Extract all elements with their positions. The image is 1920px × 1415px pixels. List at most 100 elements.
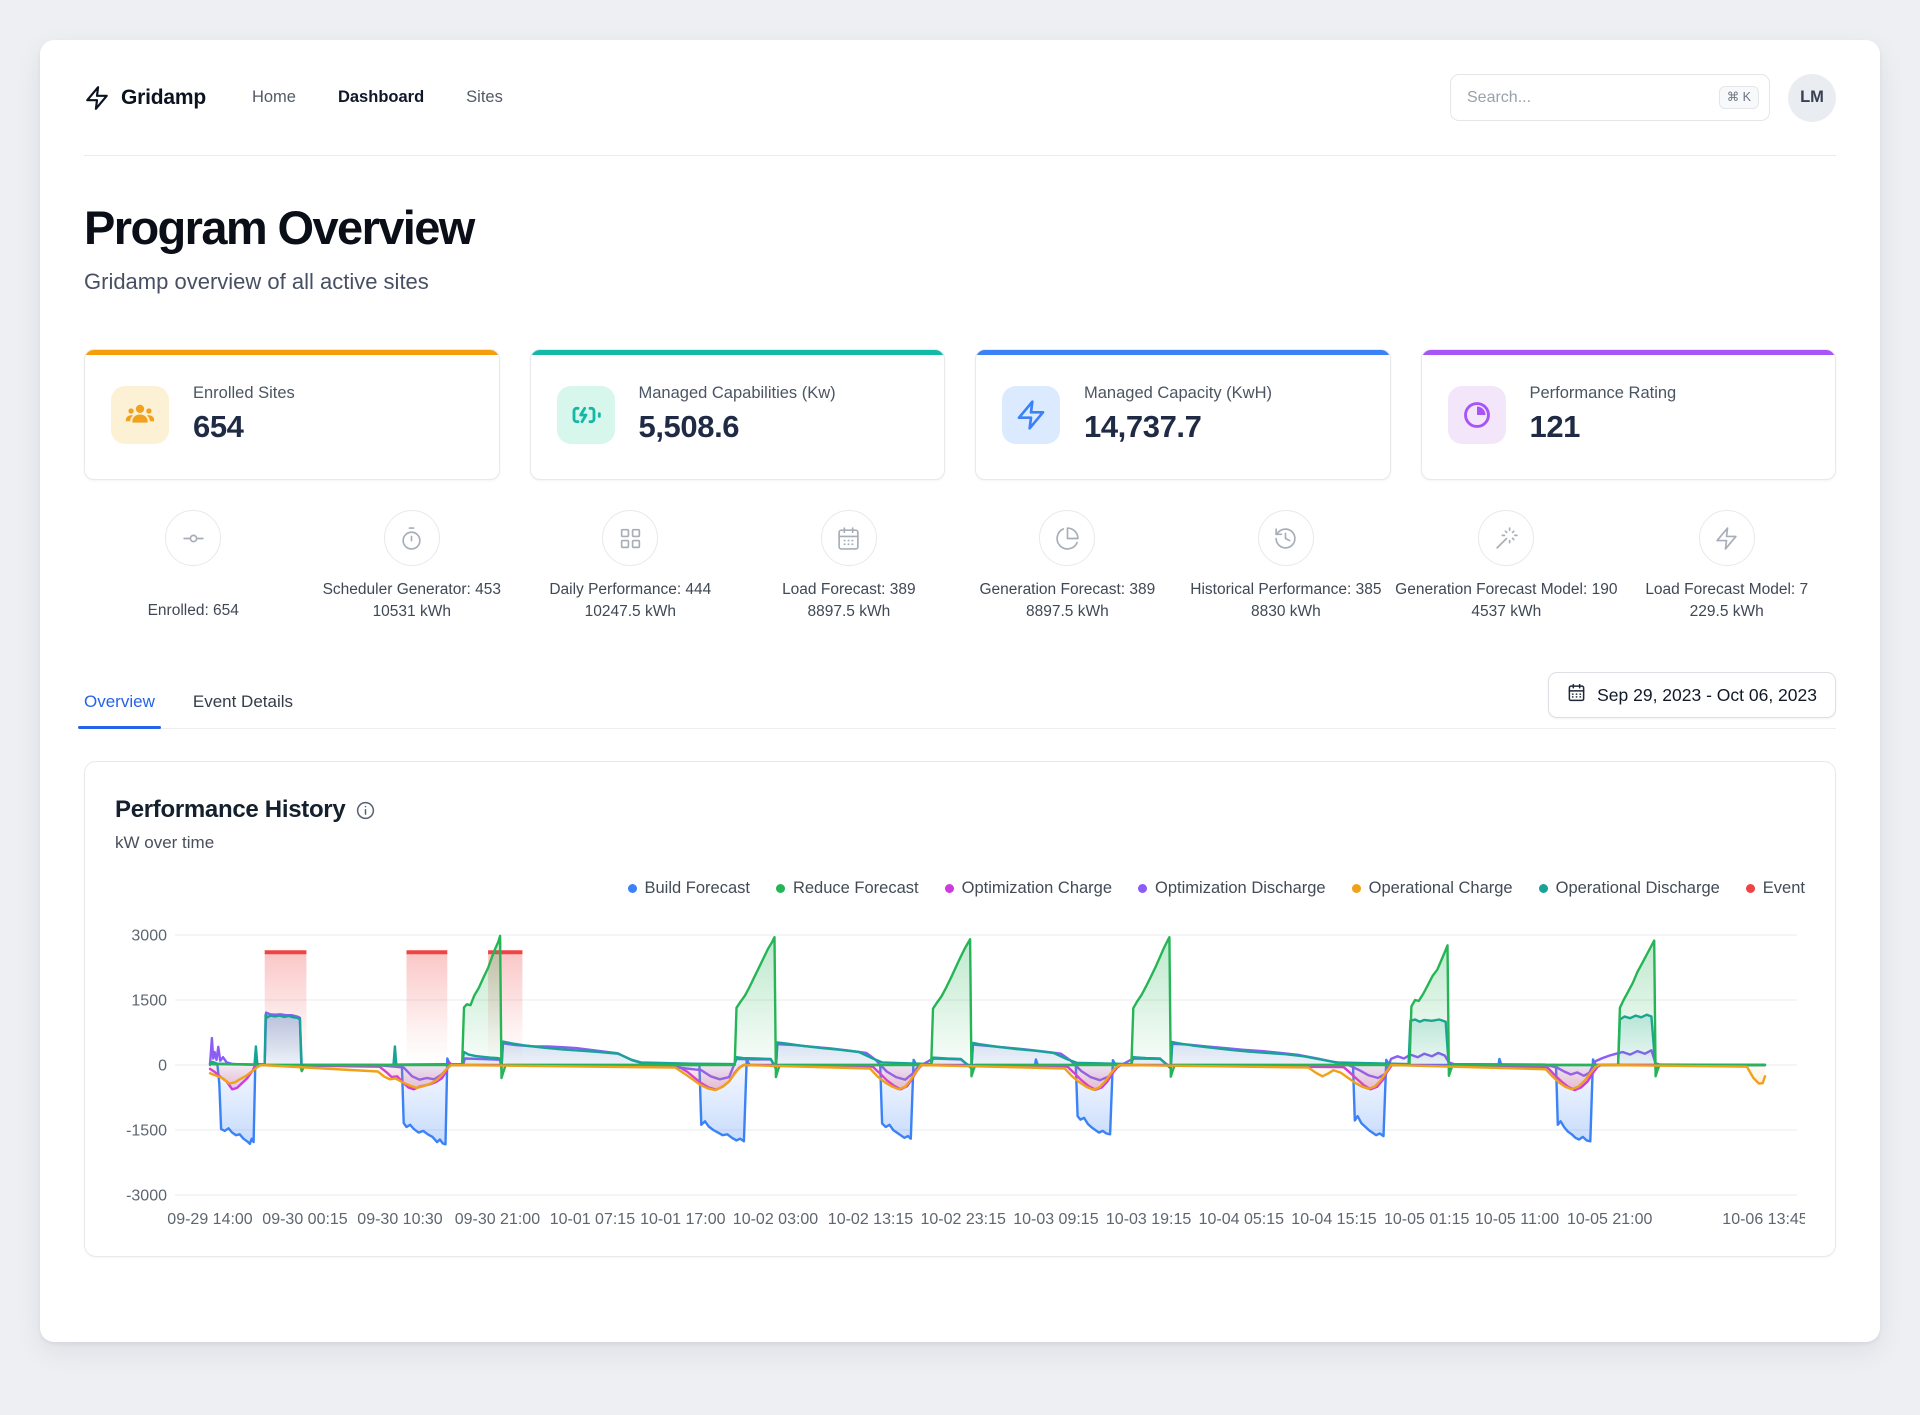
performance-history-chart: 3000 1500 0 -1500 -300009-29 14:00 09-30 00:1… [115, 910, 1805, 1230]
svg-text:-3000: -3000 [126, 1188, 167, 1205]
page-title: Program Overview [84, 200, 1836, 255]
stat-card-managed-capabilities-kw: Managed Capabilities (Kw)5,508.6 [530, 349, 946, 480]
tabs: Overview Event Details [84, 692, 293, 728]
legend-dot [776, 884, 785, 893]
chart-title: Performance History [115, 796, 345, 824]
nav-item-dashboard[interactable]: Dashboard [338, 88, 424, 107]
battery-charging-icon [557, 386, 615, 444]
info-icon[interactable] [355, 800, 376, 821]
performance-history-card: Performance History kW over time Build F… [84, 761, 1836, 1257]
legend-dot [1138, 884, 1147, 893]
stat-label: Managed Capacity (KwH) [1084, 384, 1272, 403]
mini-stat: Scheduler Generator: 45310531 kWh [303, 510, 522, 622]
bolt-mini-icon [1699, 510, 1755, 566]
date-range-button[interactable]: Sep 29, 2023 - Oct 06, 2023 [1548, 672, 1836, 718]
app-container: Gridamp Home Dashboard Sites ⌘ K LM Progra… [40, 40, 1880, 1342]
legend-dot [1539, 884, 1548, 893]
mini-stat: Load Forecast: 3898897.5 kWh [740, 510, 959, 622]
legend-dot [1746, 884, 1755, 893]
svg-text:10-01 07:15: 10-01 07:15 [550, 1211, 636, 1228]
mini-stat: Generation Forecast: 3898897.5 kWh [958, 510, 1177, 622]
svg-text:10-03 19:15: 10-03 19:15 [1106, 1211, 1192, 1228]
nav-item-sites[interactable]: Sites [466, 88, 503, 107]
legend-item-operational-charge: Operational Charge [1352, 879, 1513, 898]
users-icon [111, 386, 169, 444]
stat-value: 654 [193, 409, 295, 445]
svg-text:0: 0 [158, 1058, 167, 1075]
legend-item-optimization-charge: Optimization Charge [945, 879, 1112, 898]
pie-icon [1448, 386, 1506, 444]
stat-value: 14,737.7 [1084, 409, 1272, 445]
stat-card-performance-rating: Performance Rating 121 [1421, 349, 1837, 480]
svg-text:09-29 14:00: 09-29 14:00 [167, 1211, 253, 1228]
stat-card-accent [1422, 350, 1836, 355]
svg-text:09-30 00:15: 09-30 00:15 [262, 1211, 348, 1228]
tabs-row: Overview Event Details Sep 29, 2023 - Oct… [84, 672, 1836, 729]
legend-dot [945, 884, 954, 893]
svg-text:3000: 3000 [131, 928, 167, 945]
mini-stat-label: Load Forecast Model: 7229.5 kWh [1645, 579, 1808, 622]
svg-text:-1500: -1500 [126, 1123, 167, 1140]
wand-icon [1478, 510, 1534, 566]
stat-label: Enrolled Sites [193, 384, 295, 403]
mini-stat-label: Load Forecast: 3898897.5 kWh [782, 579, 916, 622]
mini-stat: Historical Performance: 3858830 kWh [1177, 510, 1396, 622]
stat-cards-row: Enrolled Sites 654 Managed Capabilities (K… [84, 349, 1836, 480]
nav-item-home[interactable]: Home [252, 88, 296, 107]
brand[interactable]: Gridamp [84, 85, 206, 111]
date-range-label: Sep 29, 2023 - Oct 06, 2023 [1597, 685, 1817, 706]
svg-text:1500: 1500 [131, 993, 167, 1010]
search-input[interactable] [1467, 89, 1719, 107]
legend-item-build-forecast: Build Forecast [628, 879, 750, 898]
mini-stat: Generation Forecast Model: 1904537 kWh [1395, 510, 1617, 622]
stat-label: Managed Capabilities (Kw) [639, 384, 836, 403]
svg-text:10-05 11:00: 10-05 11:00 [1475, 1211, 1559, 1228]
avatar[interactable]: LM [1788, 74, 1836, 122]
search-box[interactable]: ⌘ K [1450, 74, 1770, 121]
svg-text:10-03 09:15: 10-03 09:15 [1013, 1211, 1099, 1228]
mini-stat-label: Daily Performance: 44410247.5 kWh [549, 579, 711, 622]
bolt-icon [1002, 386, 1060, 444]
grid-icon [602, 510, 658, 566]
legend-item-event: Event [1746, 879, 1805, 898]
svg-text:10-05 21:00: 10-05 21:00 [1567, 1211, 1653, 1228]
search-shortcut-kbd: ⌘ K [1719, 86, 1759, 109]
svg-text:10-04 15:15: 10-04 15:15 [1291, 1211, 1377, 1228]
svg-text:10-06 13:45: 10-06 13:45 [1722, 1211, 1805, 1228]
mini-stat: Enrolled: 654 [84, 510, 303, 622]
stat-card-accent [531, 350, 945, 355]
calendar-icon [821, 510, 877, 566]
mini-stat-label: Generation Forecast Model: 1904537 kWh [1395, 579, 1617, 622]
tab-overview[interactable]: Overview [84, 692, 155, 728]
svg-text:09-30 10:30: 09-30 10:30 [357, 1211, 443, 1228]
stat-card-enrolled-sites: Enrolled Sites 654 [84, 349, 500, 480]
main-nav: Home Dashboard Sites [252, 88, 503, 107]
legend-item-operational-discharge: Operational Discharge [1539, 879, 1720, 898]
stat-value: 121 [1530, 409, 1677, 445]
mini-stat: Load Forecast Model: 7229.5 kWh [1617, 510, 1836, 622]
page-subtitle: Gridamp overview of all active sites [84, 269, 1836, 295]
top-nav-bar: Gridamp Home Dashboard Sites ⌘ K LM [84, 40, 1836, 156]
legend-dot [628, 884, 637, 893]
chart-subtitle: kW over time [115, 833, 1805, 853]
commit-icon [165, 510, 221, 566]
stat-card-accent [85, 350, 499, 355]
svg-text:10-04 05:15: 10-04 05:15 [1199, 1211, 1285, 1228]
pie-chart-icon [1039, 510, 1095, 566]
svg-text:09-30 21:00: 09-30 21:00 [455, 1211, 541, 1228]
legend-item-optimization-discharge: Optimization Discharge [1138, 879, 1326, 898]
svg-text:10-02 03:00: 10-02 03:00 [733, 1211, 819, 1228]
logo-bolt-icon [84, 85, 110, 111]
svg-text:10-01 17:00: 10-01 17:00 [640, 1211, 726, 1228]
legend-dot [1352, 884, 1361, 893]
stopwatch-icon [384, 510, 440, 566]
brand-name: Gridamp [121, 86, 206, 110]
chart-legend: Build Forecast Reduce Forecast Optimizatio… [115, 879, 1805, 898]
stat-label: Performance Rating [1530, 384, 1677, 403]
mini-stat-label: Scheduler Generator: 45310531 kWh [323, 579, 501, 622]
tab-event-details[interactable]: Event Details [193, 692, 293, 728]
svg-text:10-02 13:15: 10-02 13:15 [828, 1211, 914, 1228]
legend-item-reduce-forecast: Reduce Forecast [776, 879, 919, 898]
chart-area: 3000 1500 0 -1500 -300009-29 14:00 09-30 00:1… [115, 910, 1805, 1230]
stat-card-managed-capacity-kwh: Managed Capacity (KwH) 14,737.7 [975, 349, 1391, 480]
